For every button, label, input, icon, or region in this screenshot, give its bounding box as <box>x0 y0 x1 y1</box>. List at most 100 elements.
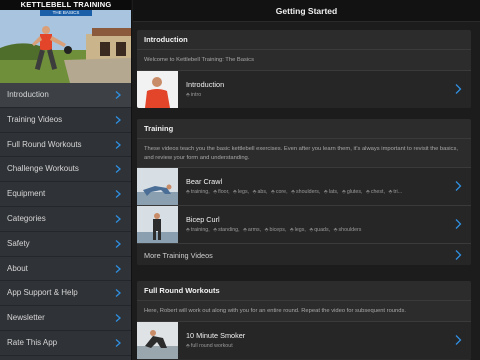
sidebar-item-training-videos[interactable]: Training Videos <box>0 108 131 133</box>
tag-icon: ⬘ <box>341 189 346 195</box>
section-description: Here, Robert will work out along with yo… <box>144 308 406 314</box>
tag-label: intro <box>190 91 202 98</box>
chevron-right-icon <box>115 214 121 223</box>
video-thumbnail <box>137 168 178 205</box>
video-tags: ⬘intro <box>186 92 448 98</box>
video-title: Bicep Curl <box>186 215 220 224</box>
sidebar-item-safety[interactable]: Safety <box>0 232 131 257</box>
section-description: These videos teach you the basic kettleb… <box>144 146 458 161</box>
tag-icon: ⬘ <box>233 189 237 195</box>
sidebar: KETTLEBELL TRAINING THE BASICS Introduct… <box>0 0 132 360</box>
tag-label: lats <box>328 189 338 195</box>
sidebar-item-rate-this-app[interactable]: Rate This App <box>0 331 131 356</box>
tag-icon: ⬘ <box>243 227 247 233</box>
chevron-right-icon <box>115 239 121 248</box>
sidebar-item-about[interactable]: About <box>0 257 131 282</box>
sidebar-item-label: Newsletter <box>7 313 45 323</box>
tag-label: shoulders <box>295 189 319 195</box>
tag-icon: ⬘ <box>309 227 314 233</box>
tag-icon: ⬘ <box>213 189 218 195</box>
tag-label: abs <box>257 189 266 195</box>
video-thumbnail <box>137 70 178 108</box>
tag-label: chest <box>370 189 384 195</box>
sidebar-item-label: Training Videos <box>7 114 63 124</box>
sidebar-item-categories[interactable]: Categories <box>0 207 131 232</box>
sidebar-item-label: Full Round Workouts <box>7 139 82 149</box>
chevron-right-icon <box>115 91 121 99</box>
video-tags: ⬘full round workout <box>186 343 448 349</box>
tag-label: floor <box>218 189 229 195</box>
tag-icon: ⬘ <box>186 227 190 233</box>
chevron-right-icon <box>115 264 121 273</box>
tag-icon: ⬘ <box>270 189 275 195</box>
tag-icon: ⬘ <box>186 91 190 98</box>
sidebar-item-app-support[interactable]: App Support & Help <box>0 281 131 307</box>
hero-image: KETTLEBELL TRAINING THE BASICS <box>0 0 131 83</box>
sidebar-item-newsletter[interactable]: Newsletter <box>0 306 131 331</box>
sidebar-item-label: About <box>7 263 28 273</box>
sidebar-item-label: Categories <box>7 213 46 223</box>
section-description: Welcome to Kettlebell Training: The Basi… <box>144 57 254 63</box>
sidebar-item-label: Challenge Workouts <box>7 164 79 174</box>
section-full-round-workouts: Full Round Workouts Here, Robert will wo… <box>137 281 471 360</box>
tag-label: core <box>275 189 287 195</box>
tag-icon: ⬘ <box>291 189 295 195</box>
tag-icon: ⬘ <box>388 189 393 195</box>
tag-icon: ⬘ <box>333 227 338 233</box>
tag-label: arms <box>247 227 260 233</box>
video-thumbnail <box>137 321 178 359</box>
video-tags: ⬘training, ⬘standing, ⬘arms, ⬘biceps, ⬘l… <box>186 227 362 233</box>
chevron-right-icon <box>115 140 121 149</box>
chevron-right-icon <box>455 181 462 191</box>
chevron-right-icon <box>115 190 121 199</box>
section-training: Training These videos teach you the basi… <box>137 119 471 265</box>
tag-icon: ⬘ <box>323 189 328 195</box>
tag-label: training <box>190 189 209 195</box>
tag-icon: ⬘ <box>289 227 294 233</box>
main-content: Getting Started Introduction Welcome to … <box>133 0 480 360</box>
section-title: Training <box>137 119 471 139</box>
section-title: Full Round Workouts <box>137 281 471 301</box>
sidebar-item-challenge-workouts[interactable]: Challenge Workouts <box>0 157 131 183</box>
tag-label: shoulders <box>338 227 362 233</box>
sidebar-item-label: Safety <box>7 238 30 248</box>
section-introduction: Introduction Welcome to Kettlebell Train… <box>137 30 471 108</box>
video-tags: ⬘training, ⬘floor, ⬘legs, ⬘abs, ⬘core, ⬘… <box>186 189 403 195</box>
chevron-right-icon <box>115 314 121 323</box>
tag-icon: ⬘ <box>264 227 269 233</box>
tag-label: biceps <box>269 227 285 233</box>
sidebar-item-equipment[interactable]: Equipment <box>0 182 131 207</box>
tag-icon: ⬘ <box>252 189 257 195</box>
hero-title: KETTLEBELL TRAINING <box>0 0 131 10</box>
video-row-bear-crawl[interactable]: Bear Crawl ⬘training, ⬘floor, ⬘legs, ⬘ab… <box>137 167 471 205</box>
sidebar-item-label: Equipment <box>7 189 46 199</box>
tag-label: tri... <box>393 189 403 195</box>
more-training-videos-button[interactable]: More Training Videos <box>137 243 471 265</box>
video-thumbnail <box>137 206 178 243</box>
sidebar-item-introduction[interactable]: Introduction <box>0 83 131 108</box>
tag-icon: ⬘ <box>365 189 370 195</box>
chevron-right-icon <box>115 165 121 174</box>
chevron-right-icon <box>115 115 121 124</box>
section-title: Introduction <box>137 30 471 50</box>
sidebar-item-label: Rate This App <box>7 337 58 347</box>
video-row-bicep-curl[interactable]: Bicep Curl ⬘training, ⬘standing, ⬘arms, … <box>137 205 471 243</box>
tag-label: training <box>190 227 209 233</box>
chevron-right-icon <box>115 289 121 298</box>
chevron-right-icon <box>455 250 462 260</box>
sidebar-item-full-round-workouts[interactable]: Full Round Workouts <box>0 133 131 158</box>
tag-label: glutes <box>346 189 361 195</box>
more-label: More Training Videos <box>144 251 213 260</box>
tag-label: standing <box>218 227 239 233</box>
sidebar-menu: Introduction Training Videos Full Round … <box>0 83 131 356</box>
chevron-right-icon <box>115 338 121 347</box>
page-title: Getting Started <box>133 0 480 22</box>
tag-label: legs <box>237 189 248 195</box>
sidebar-item-label: Introduction <box>7 90 49 99</box>
sidebar-item-label: App Support & Help <box>7 288 78 298</box>
video-row-introduction[interactable]: Introduction ⬘intro <box>137 69 471 108</box>
tag-label: full round workout <box>190 342 233 349</box>
chevron-right-icon <box>455 83 462 94</box>
video-row-10-minute-smoker[interactable]: 10 Minute Smoker ⬘full round workout <box>137 320 471 359</box>
tag-icon: ⬘ <box>213 227 218 233</box>
